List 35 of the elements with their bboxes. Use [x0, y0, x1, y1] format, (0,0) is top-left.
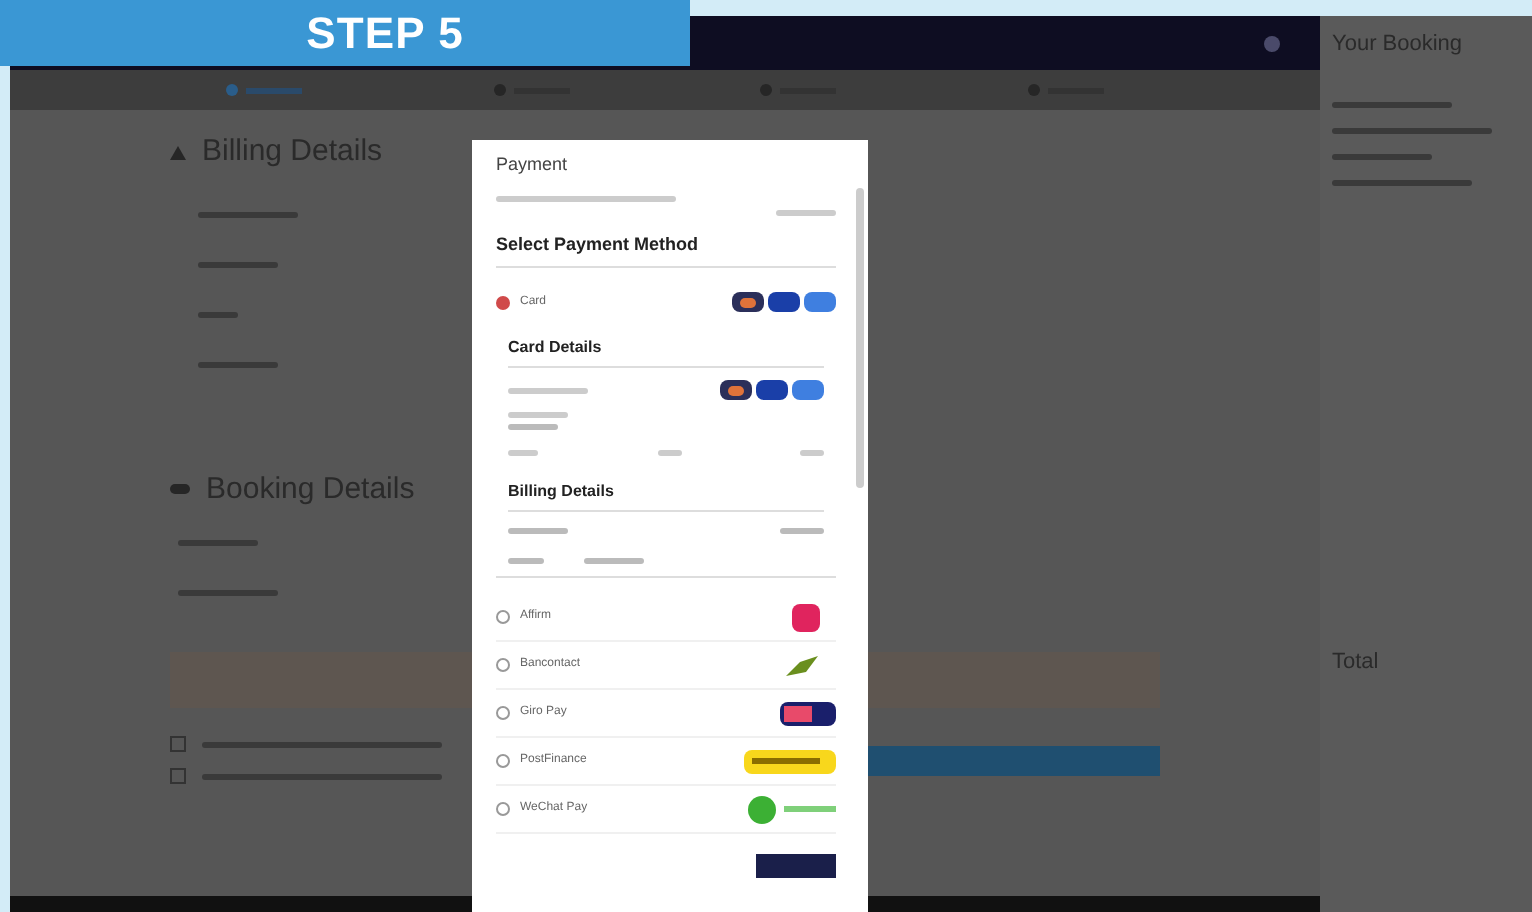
checkbox[interactable] — [170, 736, 186, 752]
dialog-title: Payment — [496, 152, 570, 178]
section-title: Billing Details — [508, 480, 824, 512]
postfinance-logo-icon — [744, 749, 836, 773]
radio-button[interactable] — [496, 295, 510, 309]
section-title: Card Details — [508, 336, 824, 368]
blurred-text-line — [508, 424, 558, 430]
step-title: STEP 5 — [306, 6, 464, 62]
blurred-text-line — [1332, 101, 1452, 107]
radio-button[interactable] — [496, 658, 510, 672]
blurred-text-line — [1332, 179, 1472, 185]
card-logos-icon — [732, 292, 836, 312]
radio-button[interactable] — [496, 802, 510, 816]
card-logos-icon — [720, 380, 824, 400]
radio-button[interactable] — [496, 754, 510, 768]
blurred-text-line — [508, 528, 568, 534]
blurred-text-line — [780, 528, 824, 534]
blurred-text-line — [584, 558, 644, 564]
affirm-logo-icon — [792, 603, 820, 631]
blurred-text-line — [508, 450, 538, 456]
user-icon — [1264, 35, 1280, 51]
radio-button[interactable] — [496, 610, 510, 624]
checkbox[interactable] — [170, 768, 186, 784]
wechat-logo-icon — [748, 795, 836, 823]
blurred-text-line — [657, 450, 681, 456]
section-title: Select Payment Method — [496, 231, 836, 268]
leaf-logo-icon — [784, 653, 820, 677]
blurred-text-line — [508, 387, 588, 393]
blurred-text-line — [508, 412, 568, 418]
giropay-logo-icon — [780, 701, 836, 725]
blurred-text-line — [508, 558, 544, 564]
blurred-text-line — [1332, 153, 1432, 159]
blurred-text-line — [800, 450, 824, 456]
radio-button[interactable] — [496, 706, 510, 720]
blurred-text-line — [776, 209, 836, 215]
